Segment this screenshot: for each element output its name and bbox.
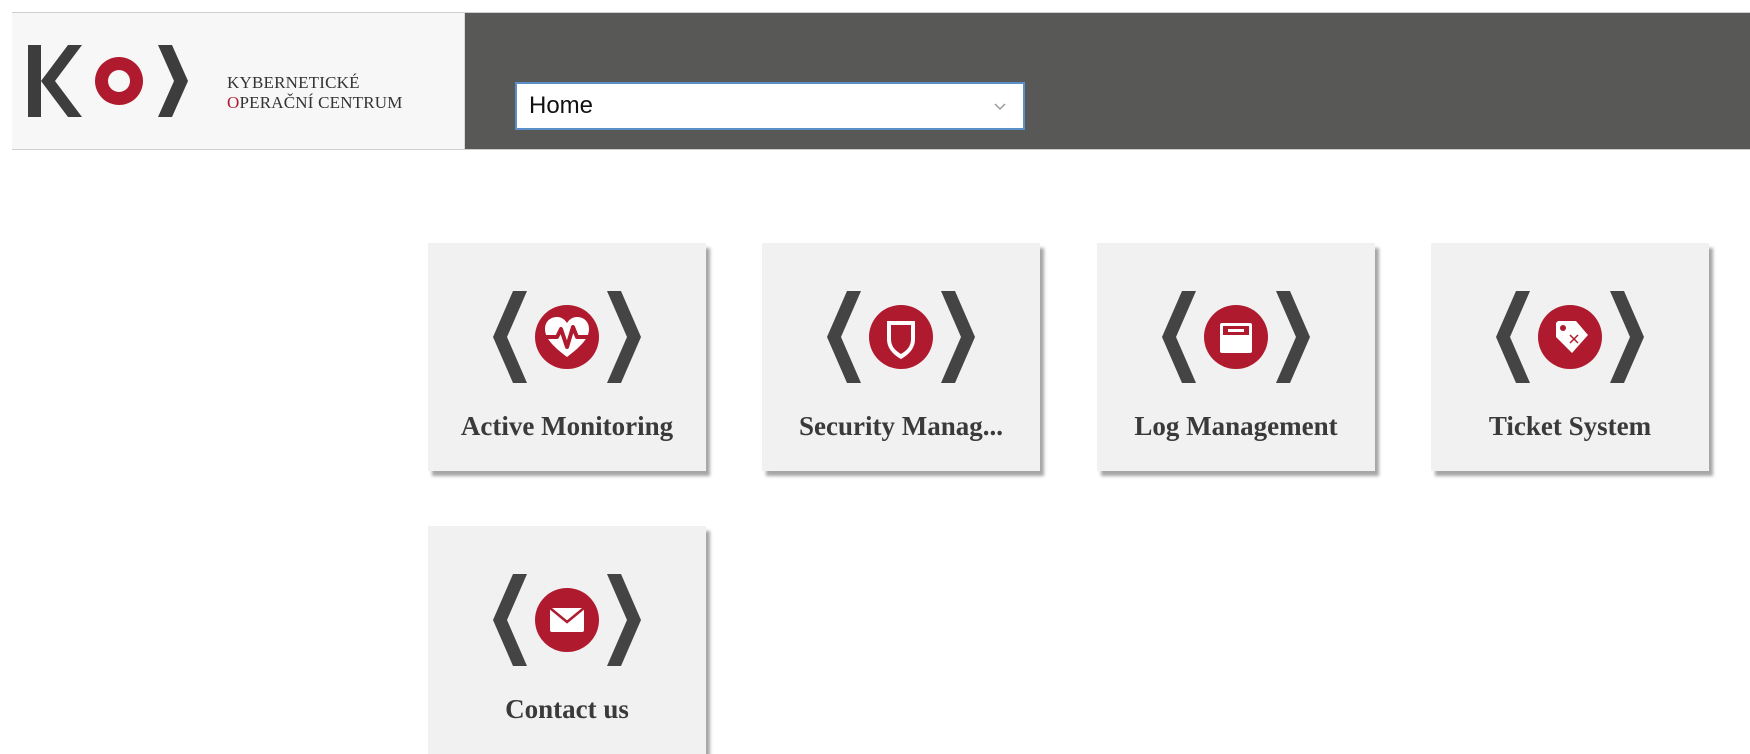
tile-label: Contact us bbox=[505, 694, 629, 724]
brand-line-1: KYBERNETICKÉ bbox=[227, 73, 360, 92]
tile-icon-contact-us bbox=[428, 570, 706, 670]
tile-ticket-system[interactable]: Ticket System bbox=[1431, 243, 1709, 471]
tile-label: Log Management bbox=[1134, 411, 1338, 441]
tile-icon-security-management bbox=[762, 287, 1040, 387]
tile-icon-ticket-system bbox=[1431, 287, 1709, 387]
tag-icon bbox=[1496, 291, 1644, 383]
tile-security-management[interactable]: Security Manag... bbox=[762, 243, 1040, 471]
brand-line-2: OPERAČNÍ CENTRUM bbox=[227, 93, 403, 112]
archive-icon bbox=[1162, 291, 1310, 383]
shield-icon bbox=[827, 291, 975, 383]
ko-logo-icon bbox=[28, 45, 188, 117]
top-nav-bar: Home bbox=[465, 13, 1750, 149]
brand-area[interactable]: KYBERNETICKÉ OPERAČNÍ CENTRUM bbox=[12, 13, 465, 149]
brand-name: KYBERNETICKÉ OPERAČNÍ CENTRUM bbox=[227, 73, 403, 113]
app-header: KYBERNETICKÉ OPERAČNÍ CENTRUM Home bbox=[12, 12, 1750, 150]
tile-active-monitoring[interactable]: Active Monitoring bbox=[428, 243, 706, 471]
tile-icon-log-management bbox=[1097, 287, 1375, 387]
tile-icon-active-monitoring bbox=[428, 287, 706, 387]
chevron-down-icon bbox=[989, 101, 1011, 111]
envelope-icon bbox=[493, 574, 641, 666]
tile-label: Active Monitoring bbox=[460, 411, 674, 441]
app-tiles-grid: Active Monitoring Security Manag... Log … bbox=[428, 243, 1750, 754]
page-select-value: Home bbox=[529, 92, 594, 119]
tile-log-management[interactable]: Log Management bbox=[1097, 243, 1375, 471]
heartbeat-icon bbox=[493, 291, 641, 383]
tile-contact-us[interactable]: Contact us bbox=[428, 526, 706, 754]
page-select[interactable]: Home bbox=[515, 82, 1025, 130]
tile-label: Ticket System bbox=[1488, 411, 1652, 441]
tile-label: Security Manag... bbox=[799, 411, 1003, 441]
